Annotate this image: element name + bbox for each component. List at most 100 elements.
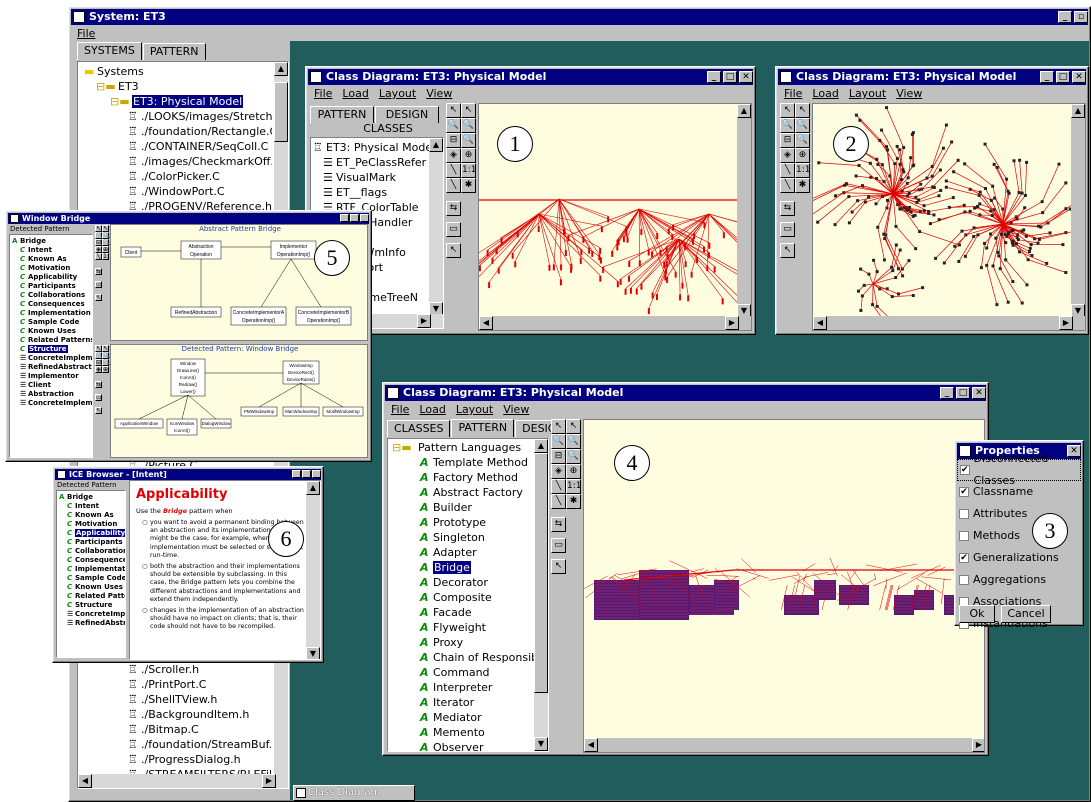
pointer-icon[interactable]: ↖ — [461, 103, 476, 118]
pattern-section-item[interactable]: C Intent — [59, 502, 125, 511]
one-to-one-icon[interactable]: 1:1 — [566, 479, 581, 494]
pattern-section-item[interactable]: CImplementation — [59, 565, 125, 574]
zoom-in-icon[interactable]: 🔍 — [551, 434, 566, 449]
grid-icon[interactable]: ⇆ — [95, 381, 102, 388]
property-checkbox[interactable] — [959, 531, 969, 541]
pointer-icon[interactable]: ↖ — [551, 419, 566, 434]
pattern-tree-item[interactable]: A Factory Method — [390, 470, 534, 485]
system-tree-item[interactable]: ♖ ./foundation/StreamBuf.C — [82, 737, 272, 752]
ice-tab[interactable]: Detected Pattern — [57, 481, 127, 490]
system-tree-item[interactable]: ♖./images/CheckmarkOff.imag — [82, 154, 272, 169]
pattern-tree-item[interactable]: A Proxy — [390, 635, 534, 650]
palette-icon[interactable]: ◈ — [95, 246, 102, 253]
system-tree-item[interactable]: ♖ ./ProgressDialog.h — [82, 752, 272, 767]
star-icon[interactable]: ✱ — [795, 178, 810, 193]
pattern-tree-item[interactable]: A Abstract Factory — [390, 485, 534, 500]
pattern-section-item[interactable]: C Participants — [59, 538, 125, 547]
pointer-icon[interactable]: ↖ — [95, 225, 102, 232]
pattern-tree-item[interactable]: A Template Method — [390, 455, 534, 470]
zoom-out-icon[interactable]: 🔍 — [102, 352, 110, 359]
win1-list-vscroll[interactable]: ▲ ▼ — [429, 138, 443, 316]
ice-close[interactable] — [312, 470, 321, 478]
scroll-right[interactable]: ▶ — [725, 316, 739, 330]
zoom-icon[interactable]: 🔍 — [102, 239, 110, 246]
menu-file[interactable]: File — [391, 403, 409, 416]
line-icon[interactable]: ╲ — [95, 253, 102, 260]
table-icon[interactable]: ▭ — [446, 222, 461, 237]
pattern-section-item[interactable]: C Structure — [59, 601, 125, 610]
scroll-left[interactable]: ◀ — [813, 316, 827, 330]
canvas-vscroll[interactable]: ▲ ▼ — [737, 104, 751, 318]
select-icon[interactable]: ↖ — [780, 243, 795, 258]
system-tree-item[interactable]: ♖ ./foundation/Rectangle.C — [82, 124, 272, 139]
win1-minimize[interactable]: _ — [707, 71, 721, 83]
system-tree-item[interactable]: ♖ ./ShellTView.h — [82, 692, 272, 707]
menu-file[interactable]: File — [77, 27, 95, 40]
pattern-section-item[interactable]: C Sample Code — [59, 574, 125, 583]
pattern-tree-item[interactable]: A Builder — [390, 500, 534, 515]
pattern-tree-item[interactable]: A Memento — [390, 725, 534, 740]
pattern-section-item[interactable]: ☰ Implementor — [12, 372, 92, 381]
property-option[interactable]: ✔ Disconnected Classes — [957, 452, 1081, 487]
system-tree-item[interactable]: ⊟▬ ET3: Physical Model — [82, 94, 272, 109]
line-icon[interactable]: ╲ — [551, 479, 566, 494]
fit-icon[interactable]: ⊟ — [95, 239, 102, 246]
pattern-section-item[interactable]: CCollaborations — [12, 291, 92, 300]
minimized-class-diagram[interactable]: Class Diagram — [293, 785, 415, 801]
pattern-section-item[interactable]: C Motivation — [12, 264, 92, 273]
menu-file[interactable]: File — [314, 87, 332, 100]
pattern-section-item[interactable]: ☰RefinedAbstraction — [12, 363, 92, 372]
pattern-section-item[interactable]: CImplementation — [12, 309, 92, 318]
pattern-section-item[interactable]: C Participants — [12, 282, 92, 291]
zoom-icon[interactable]: 🔍 — [566, 449, 581, 464]
win4-close[interactable]: ✕ — [972, 387, 986, 399]
class-list-item[interactable]: ☰ VisualMark — [313, 170, 429, 185]
property-checkbox[interactable]: ✔ — [959, 553, 969, 563]
pattern-section-item[interactable]: ☰ConcreteImplementor — [12, 354, 92, 363]
property-option[interactable]: ✔ Generalizations — [957, 547, 1081, 569]
pattern-tree-item[interactable]: A Composite — [390, 590, 534, 605]
pattern-tree-item[interactable]: A Interpreter — [390, 680, 534, 695]
bridge-maximize[interactable] — [350, 214, 359, 222]
zoom-out-icon[interactable]: 🔍 — [102, 232, 110, 239]
system-tree-item[interactable]: ♖ ./WindowPort.C — [82, 184, 272, 199]
one-to-one-icon[interactable]: 1:1 — [795, 163, 810, 178]
win2-maximize[interactable]: □ — [1056, 71, 1070, 83]
fit-icon[interactable]: ⊟ — [551, 449, 566, 464]
scroll-down[interactable]: ▼ — [306, 647, 320, 659]
pointer-icon[interactable]: ↖ — [102, 345, 109, 352]
pattern-tree-item[interactable]: A Chain of Responsibility — [390, 650, 534, 665]
tab-pattern[interactable]: PATTERN — [142, 43, 206, 60]
table-icon[interactable]: ▭ — [95, 394, 102, 401]
pattern-section-item[interactable]: C Intent — [12, 246, 92, 255]
one-to-one-icon[interactable]: 1:1 — [102, 253, 113, 260]
line-icon[interactable]: ╲ — [780, 163, 795, 178]
win2-close[interactable]: ✕ — [1072, 71, 1086, 83]
system-tree-item[interactable]: ▬ Systems — [82, 64, 272, 79]
table-icon[interactable]: ▭ — [551, 538, 566, 553]
menu-file[interactable]: File — [784, 87, 802, 100]
zoom-plus-icon[interactable]: ⊕ — [566, 464, 581, 479]
scroll-up[interactable]: ▲ — [534, 439, 548, 453]
pattern-section-item[interactable]: CConsequences — [12, 300, 92, 309]
system-tree-item[interactable]: ♖ ./PrintPort.C — [82, 677, 272, 692]
scroll-down[interactable]: ▼ — [534, 737, 548, 751]
scroll-up[interactable]: ▲ — [1071, 104, 1085, 118]
palette-icon[interactable]: ◈ — [551, 464, 566, 479]
detected-pattern-canvas[interactable]: Detected Pattern: Window Bridge Window Dr… — [110, 344, 368, 458]
system-tree-item[interactable]: ♖./LOOKS/images/StretchBoxS — [82, 109, 272, 124]
select-icon[interactable]: ↖ — [551, 559, 566, 574]
ice-vscroll[interactable]: ▲ ▼ — [306, 481, 320, 659]
pattern-tree-item[interactable]: A Mediator — [390, 710, 534, 725]
canvas-hscroll[interactable]: ◀ ▶ — [479, 316, 751, 330]
palette-icon[interactable]: ◈ — [780, 148, 795, 163]
pattern-tree-item[interactable]: A Decorator — [390, 575, 534, 590]
pattern-tree-item[interactable]: A Observer — [390, 740, 534, 751]
pointer-icon[interactable]: ↖ — [446, 103, 461, 118]
pattern-section-item[interactable]: C Motivation — [59, 520, 125, 529]
zoom-out-icon[interactable]: 🔍 — [566, 434, 581, 449]
scroll-up[interactable]: ▲ — [429, 138, 443, 152]
zoom-plus-icon[interactable]: ⊕ — [102, 366, 109, 373]
class-list-item[interactable]: ☰ ET__flags — [313, 185, 429, 200]
star-icon[interactable]: ✱ — [461, 178, 476, 193]
